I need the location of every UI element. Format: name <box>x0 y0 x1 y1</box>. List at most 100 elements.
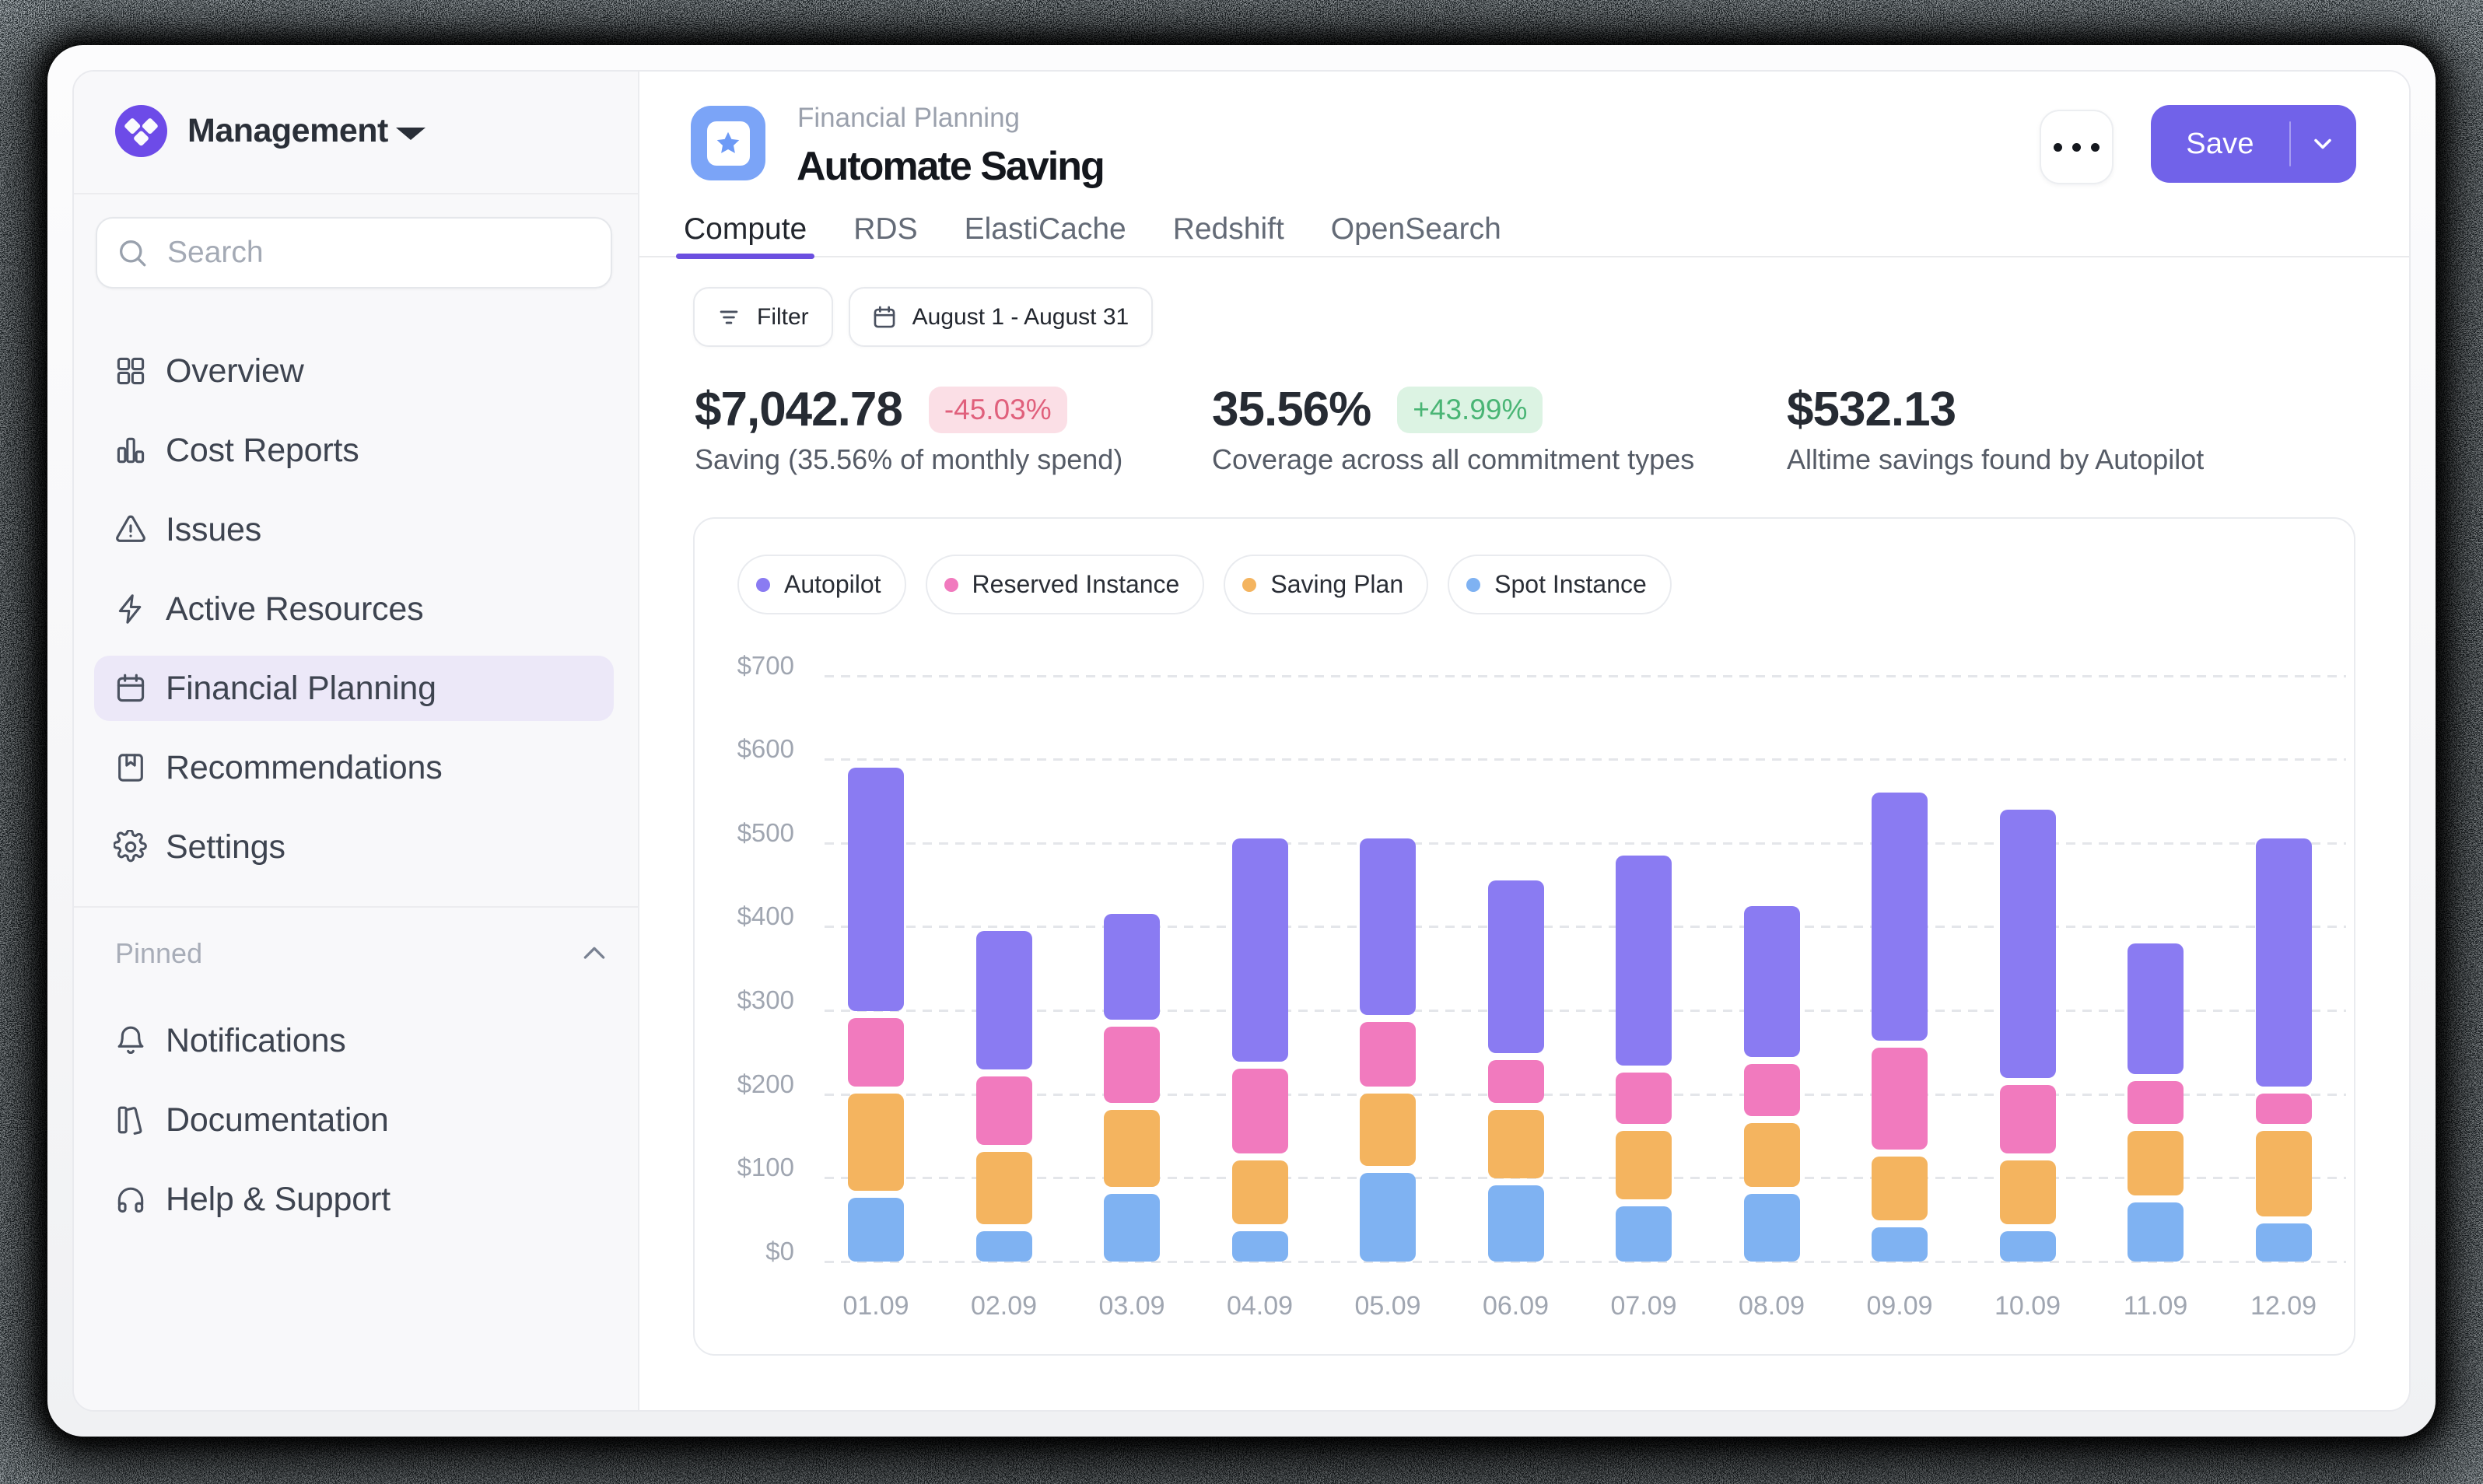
tab-rds[interactable]: RDS <box>846 212 925 257</box>
sidebar-item-cost-reports[interactable]: Cost Reports <box>94 418 614 483</box>
sidebar-item-active-resources[interactable]: Active Resources <box>94 576 614 642</box>
bar-segment-saving-plan[interactable] <box>1488 1110 1544 1178</box>
chevron-down-icon <box>2309 130 2337 158</box>
sidebar-item-notifications[interactable]: Notifications <box>94 1008 614 1073</box>
bar-segment-autopilot[interactable] <box>2000 810 2056 1078</box>
bar-segment-autopilot[interactable] <box>1232 838 1288 1061</box>
save-button[interactable]: Save <box>2151 105 2356 183</box>
y-axis-tick: $700 <box>693 653 794 678</box>
bar-segment-reserved-instance[interactable] <box>1744 1064 1800 1115</box>
stat-3: $532.13Alltime savings found by Autopilo… <box>1787 384 2204 476</box>
tab-elasticache[interactable]: ElastiCache <box>957 212 1134 257</box>
bar-segment-spot-instance[interactable] <box>1360 1173 1416 1262</box>
bar-segment-spot-instance[interactable] <box>976 1231 1032 1262</box>
bar-segment-autopilot[interactable] <box>1104 914 1160 1019</box>
x-axis-tick: 12.09 <box>2218 1293 2350 1319</box>
pinned-divider <box>74 906 638 908</box>
bar-segment-saving-plan[interactable] <box>1104 1110 1160 1187</box>
stat-value: $532.13 <box>1787 384 1956 436</box>
bar-segment-saving-plan[interactable] <box>1616 1131 1672 1199</box>
bar-segment-autopilot[interactable] <box>1872 793 1928 1040</box>
stat-value: 35.56% <box>1212 384 1371 436</box>
bar-segment-reserved-instance[interactable] <box>1616 1073 1672 1124</box>
sidebar-nav: Overview Cost Reports Issues Active Resourc… <box>94 338 614 894</box>
x-axis-tick: 10.09 <box>1962 1293 2094 1319</box>
date-range-button[interactable]: August 1 - August 31 <box>849 287 1154 347</box>
bar-segment-spot-instance[interactable] <box>848 1198 904 1262</box>
bar-segment-saving-plan[interactable] <box>848 1094 904 1192</box>
y-axis-tick: $0 <box>693 1238 794 1264</box>
sidebar-item-label: Help & Support <box>166 1181 390 1219</box>
x-axis-tick: 09.09 <box>1833 1293 1966 1319</box>
bar-segment-reserved-instance[interactable] <box>1872 1048 1928 1150</box>
pinned-section-header[interactable]: Pinned <box>115 937 615 970</box>
sidebar-item-issues[interactable]: Issues <box>94 497 614 562</box>
bar-segment-saving-plan[interactable] <box>1872 1157 1928 1220</box>
sidebar-item-label: Issues <box>166 511 261 549</box>
x-axis-tick: 06.09 <box>1450 1293 1582 1319</box>
bar-segment-spot-instance[interactable] <box>1744 1194 1800 1262</box>
bar-segment-autopilot[interactable] <box>1616 856 1672 1066</box>
tab-redshift[interactable]: Redshift <box>1165 212 1292 257</box>
bar-segment-autopilot[interactable] <box>1488 880 1544 1053</box>
bar-segment-autopilot[interactable] <box>2128 943 2184 1074</box>
bar-segment-spot-instance[interactable] <box>1488 1185 1544 1262</box>
bar-segment-reserved-instance[interactable] <box>848 1018 904 1087</box>
tab-opensearch[interactable]: OpenSearch <box>1323 212 1509 257</box>
sidebar-item-overview[interactable]: Overview <box>94 338 614 404</box>
bar-segment-saving-plan[interactable] <box>1744 1123 1800 1187</box>
bar-segment-reserved-instance[interactable] <box>2256 1094 2312 1124</box>
bar-segment-autopilot[interactable] <box>1360 838 1416 1015</box>
breadcrumb: Financial Planning <box>797 103 1020 134</box>
bar-segment-spot-instance[interactable] <box>1104 1194 1160 1262</box>
tab-compute[interactable]: Compute <box>676 212 814 257</box>
x-axis-tick: 05.09 <box>1322 1293 1454 1319</box>
bar-segment-saving-plan[interactable] <box>976 1152 1032 1224</box>
sidebar-item-label: Recommendations <box>166 749 443 787</box>
bar-segment-saving-plan[interactable] <box>2000 1160 2056 1224</box>
bar-segment-reserved-instance[interactable] <box>2128 1081 2184 1125</box>
bar-segment-spot-instance[interactable] <box>2256 1223 2312 1262</box>
bar-segment-autopilot[interactable] <box>2256 838 2312 1086</box>
sidebar: Management Search Overview Cost Reports Is… <box>74 72 639 1410</box>
bar-segment-spot-instance[interactable] <box>1872 1227 1928 1262</box>
bar-chart-icon <box>114 433 148 467</box>
bar-segment-reserved-instance[interactable] <box>1104 1027 1160 1104</box>
sidebar-item-help-support[interactable]: Help & Support <box>94 1167 614 1232</box>
bar-segment-saving-plan[interactable] <box>2128 1131 2184 1195</box>
save-dropdown-button[interactable] <box>2291 130 2355 158</box>
workspace-name: Management <box>187 113 388 149</box>
bar-segment-reserved-instance[interactable] <box>1360 1022 1416 1086</box>
bar-segment-reserved-instance[interactable] <box>1232 1069 1288 1153</box>
bar-segment-saving-plan[interactable] <box>2256 1131 2312 1216</box>
bar-segment-spot-instance[interactable] <box>1616 1206 1672 1262</box>
bar-segment-autopilot[interactable] <box>1744 906 1800 1058</box>
sidebar-item-recommendations[interactable]: Recommendations <box>94 735 614 800</box>
bar-segment-saving-plan[interactable] <box>1360 1094 1416 1166</box>
books-icon <box>114 1103 148 1137</box>
bookmark-book-icon <box>114 751 148 785</box>
search-icon <box>116 236 149 269</box>
bar-segment-autopilot[interactable] <box>848 768 904 1011</box>
filter-button[interactable]: Filter <box>693 287 833 347</box>
bar-segment-reserved-instance[interactable] <box>976 1076 1032 1145</box>
bar-segment-reserved-instance[interactable] <box>2000 1085 2056 1153</box>
search-input[interactable]: Search <box>96 217 612 289</box>
y-axis-tick: $400 <box>693 903 794 929</box>
gridline <box>825 926 2346 928</box>
bar-segment-autopilot[interactable] <box>976 931 1032 1069</box>
more-actions-button[interactable] <box>2040 110 2114 184</box>
bar-segment-spot-instance[interactable] <box>1232 1231 1288 1262</box>
bar-segment-reserved-instance[interactable] <box>1488 1060 1544 1104</box>
x-axis-tick: 04.09 <box>1194 1293 1326 1319</box>
sidebar-item-settings[interactable]: Settings <box>94 814 614 880</box>
sidebar-item-financial-planning[interactable]: Financial Planning <box>94 656 614 721</box>
bar-segment-spot-instance[interactable] <box>2128 1202 2184 1262</box>
sidebar-item-documentation[interactable]: Documentation <box>94 1087 614 1153</box>
bar-segment-spot-instance[interactable] <box>2000 1231 2056 1262</box>
workspace-switcher[interactable]: Management <box>74 72 638 193</box>
bar-segment-saving-plan[interactable] <box>1232 1160 1288 1224</box>
chevron-up-icon[interactable] <box>579 938 610 969</box>
stat-badge: +43.99% <box>1397 387 1543 433</box>
sidebar-item-label: Cost Reports <box>166 432 359 470</box>
